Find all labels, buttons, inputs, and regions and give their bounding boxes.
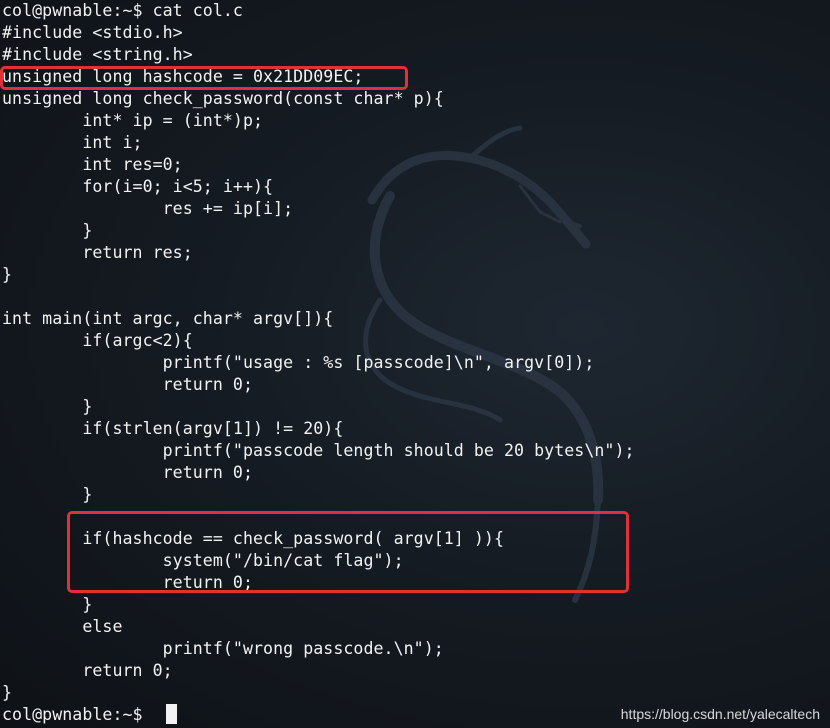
- terminal-line: }: [2, 485, 93, 504]
- terminal-line: printf("usage : %s [passcode]\n", argv[0…: [2, 353, 595, 372]
- terminal-line: return 0;: [2, 463, 254, 482]
- terminal-line: return 0;: [2, 661, 173, 680]
- terminal-output[interactable]: col@pwnable:~$ cat col.c #include <stdio…: [2, 0, 635, 726]
- terminal-line: return 0;: [2, 375, 254, 394]
- terminal-line: res += ip[i];: [2, 199, 294, 218]
- terminal-line: return res;: [2, 243, 193, 262]
- terminal-line: printf("passcode length should be 20 byt…: [2, 441, 635, 460]
- terminal-line: col@pwnable:~$ cat col.c: [2, 1, 243, 20]
- terminal-line: }: [2, 595, 93, 614]
- terminal-line: #include <stdio.h>: [2, 23, 183, 42]
- terminal-line: else: [2, 617, 123, 636]
- terminal-line: return 0;: [2, 573, 254, 592]
- terminal-line: int i;: [2, 133, 143, 152]
- terminal-line: int main(int argc, char* argv[]){: [2, 309, 334, 328]
- terminal-line: }: [2, 397, 93, 416]
- terminal-line: }: [2, 683, 13, 702]
- terminal-line: for(i=0; i<5; i++){: [2, 177, 274, 196]
- terminal-cursor: [166, 704, 177, 724]
- terminal-line: if(argc<2){: [2, 331, 193, 350]
- terminal-line: int res=0;: [2, 155, 183, 174]
- terminal-line: if(strlen(argv[1]) != 20){: [2, 419, 344, 438]
- terminal-line: if(hashcode == check_password( argv[1] )…: [2, 529, 505, 548]
- terminal-line: system("/bin/cat flag");: [2, 551, 404, 570]
- terminal-line: #include <string.h>: [2, 45, 193, 64]
- terminal-line: int* ip = (int*)p;: [2, 111, 264, 130]
- terminal-line: }: [2, 221, 93, 240]
- terminal-line: unsigned long check_password(const char*…: [2, 89, 444, 108]
- terminal-prompt[interactable]: col@pwnable:~$: [2, 704, 635, 726]
- terminal-window[interactable]: col@pwnable:~$ cat col.c #include <stdio…: [0, 0, 830, 728]
- terminal-line: }: [2, 265, 13, 284]
- watermark-text: https://blog.csdn.net/yalecaltech: [620, 706, 820, 722]
- terminal-line: printf("wrong passcode.\n");: [2, 639, 444, 658]
- terminal-line: unsigned long hashcode = 0x21DD09EC;: [2, 67, 364, 86]
